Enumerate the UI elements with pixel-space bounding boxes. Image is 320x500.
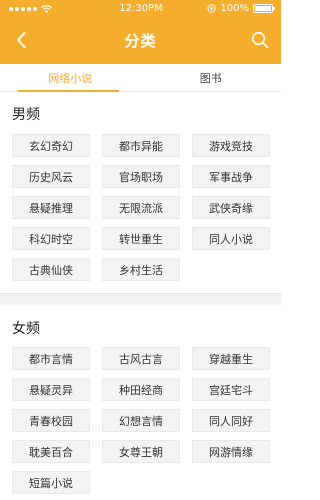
category-chip[interactable]: 青春校园 (12, 409, 90, 432)
page-title: 分类 (124, 32, 157, 50)
category-chip[interactable]: 历史风云 (12, 165, 90, 188)
category-chip[interactable]: 武侠奇缘 (192, 196, 270, 219)
location-icon (207, 4, 216, 13)
wifi-icon (41, 4, 52, 13)
category-chip[interactable]: 穿越重生 (192, 347, 270, 370)
battery-icon (252, 4, 275, 13)
category-chip[interactable]: 无限流派 (102, 196, 180, 219)
category-chip[interactable]: 悬疑灵异 (12, 378, 90, 401)
category-chip[interactable]: 军事战争 (192, 165, 270, 188)
tab-books[interactable]: 图书 (141, 64, 282, 91)
section-title-female: 女频 (12, 321, 40, 337)
category-chip[interactable]: 古风古言 (102, 347, 180, 370)
tab-web-novel[interactable]: 网络小说 (0, 64, 141, 92)
signal-icon (9, 6, 37, 11)
status-bar: 12:30PM 100% (0, 0, 281, 17)
search-icon (251, 31, 269, 49)
category-chip[interactable]: 幻想言情 (102, 409, 180, 432)
female-section: 女频 (0, 318, 281, 338)
back-button[interactable] (10, 29, 32, 51)
category-chip[interactable]: 网游情缘 (192, 440, 270, 463)
top-bar: 12:30PM 100% 分类 (0, 0, 281, 64)
category-chip[interactable]: 乡村生活 (102, 258, 180, 281)
category-chip[interactable]: 宫廷宅斗 (192, 378, 270, 401)
category-chip[interactable]: 同人同好 (192, 409, 270, 432)
category-chip[interactable]: 游戏竞技 (192, 134, 270, 157)
battery-percent: 100% (220, 3, 249, 14)
nav-bar: 分类 (0, 17, 281, 64)
category-chip[interactable]: 耽美百合 (12, 440, 90, 463)
section-divider (0, 293, 281, 305)
category-chip[interactable]: 短篇小说 (12, 471, 90, 494)
status-time: 12:30PM (119, 3, 163, 14)
search-button[interactable] (249, 29, 271, 51)
category-chip[interactable]: 同人小说 (192, 227, 270, 250)
category-chip[interactable]: 玄幻奇幻 (12, 134, 90, 157)
back-arrow-icon (17, 32, 26, 48)
category-chip[interactable]: 女尊王朝 (102, 440, 180, 463)
category-chip[interactable]: 古典仙侠 (12, 258, 90, 281)
category-chip[interactable]: 种田经商 (102, 378, 180, 401)
category-chip[interactable]: 都市异能 (102, 134, 180, 157)
male-section: 男频 (0, 104, 281, 124)
category-chip[interactable]: 悬疑推理 (12, 196, 90, 219)
category-chip[interactable]: 官场职场 (102, 165, 180, 188)
category-chip[interactable]: 都市言情 (12, 347, 90, 370)
category-tabs: 网络小说 图书 (0, 64, 281, 92)
category-chip[interactable]: 转世重生 (102, 227, 180, 250)
category-chip[interactable]: 科幻时空 (12, 227, 90, 250)
section-title-male: 男频 (12, 107, 40, 123)
